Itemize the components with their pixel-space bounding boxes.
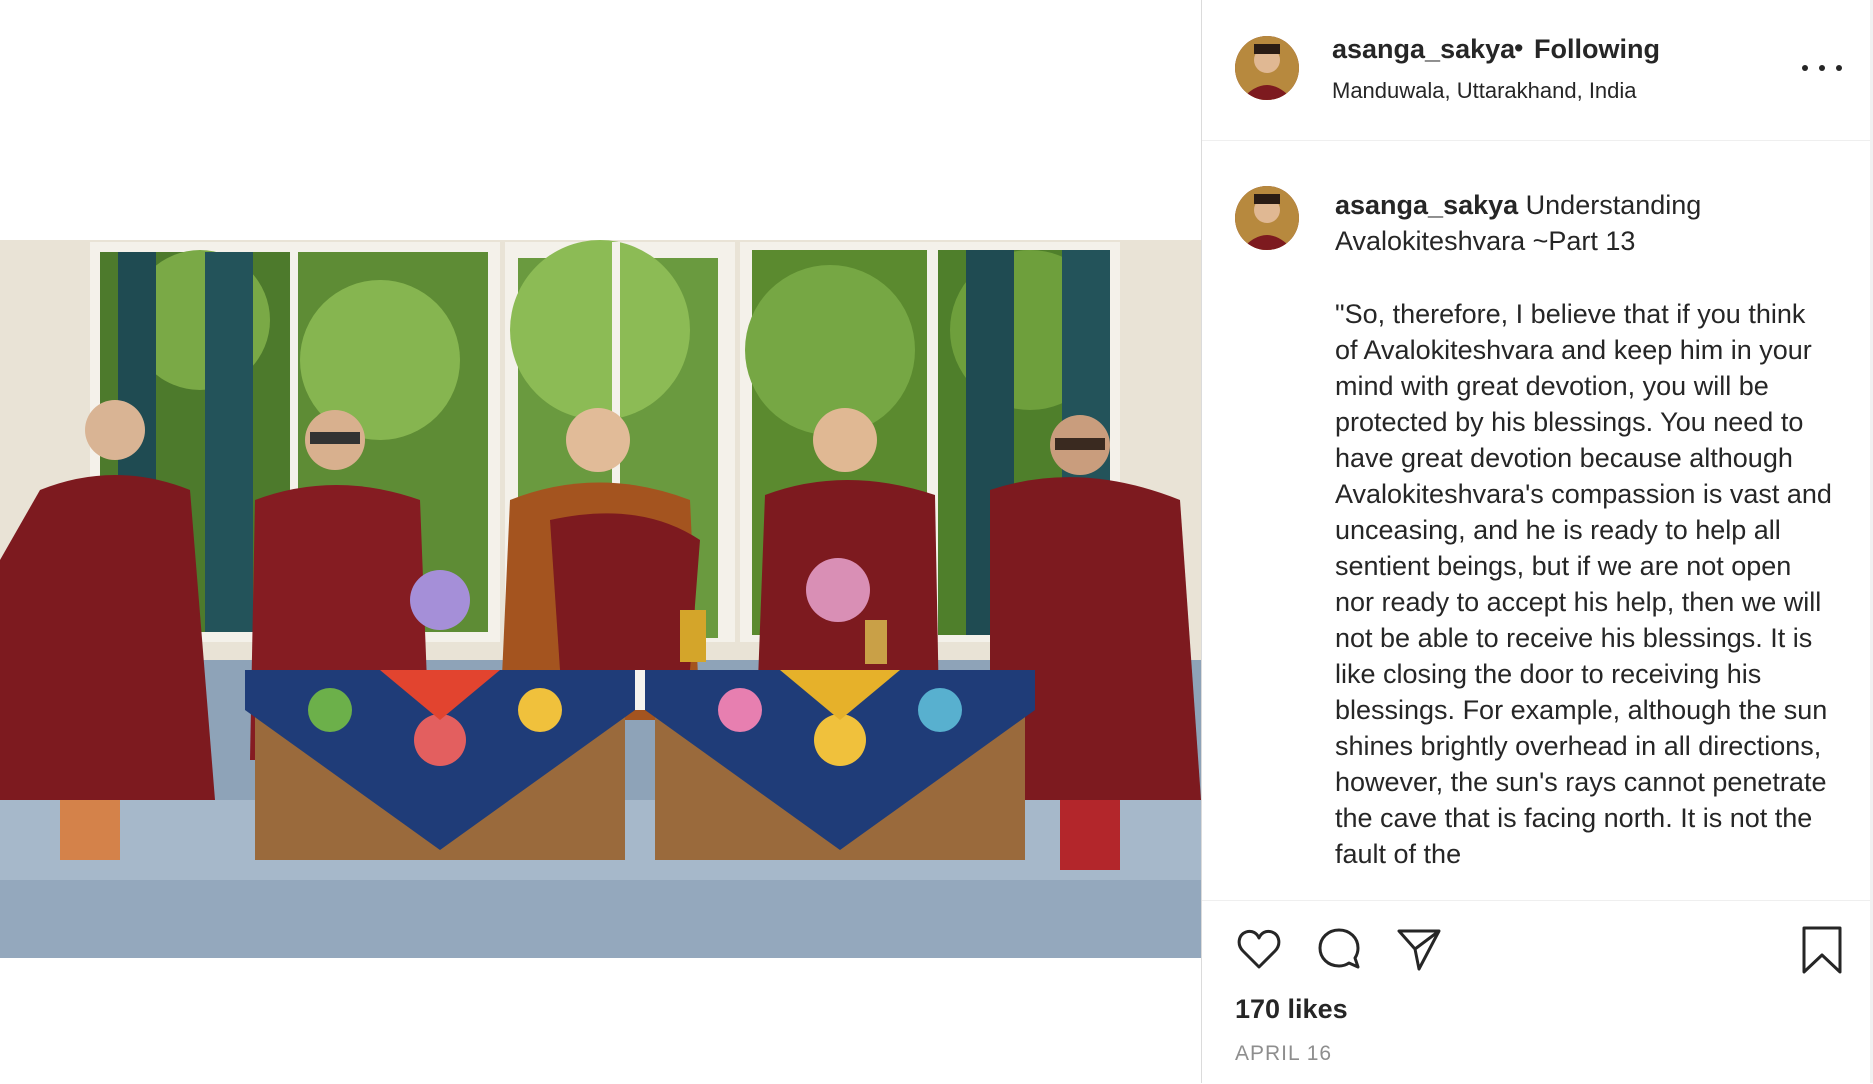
comment-icon[interactable] [1315,925,1363,978]
more-dot [1836,65,1842,71]
more-options-icon[interactable] [1802,56,1842,80]
more-dot [1819,65,1825,71]
likes-count[interactable]: 170 likes [1235,994,1348,1025]
caption-header: asanga_sakya Understanding Avalokiteshva… [1335,187,1835,259]
caption-body: "So, therefore, I believe that if you th… [1335,299,1832,869]
post-side-pane: asanga_sakya • Following Manduwala, Utta… [1201,0,1873,1083]
post-photo[interactable] [0,240,1201,958]
bookmark-icon[interactable] [1800,925,1844,980]
comments-section[interactable]: asanga_sakya Understanding Avalokiteshva… [1202,141,1873,899]
separator-dot: • [1514,33,1524,63]
heart-icon[interactable] [1235,925,1283,978]
media-pane [0,0,1201,1083]
more-dot [1802,65,1808,71]
share-icon[interactable] [1395,925,1443,978]
post-actions: 170 likes APRIL 16 [1202,900,1873,1084]
post-date[interactable]: APRIL 16 [1235,1042,1332,1066]
avatar[interactable] [1235,36,1299,100]
following-button[interactable]: Following [1534,34,1660,65]
post-header: asanga_sakya • Following Manduwala, Utta… [1202,0,1873,141]
username-link[interactable]: asanga_sakya [1332,34,1515,65]
caption-username[interactable]: asanga_sakya [1335,190,1518,220]
location-link[interactable]: Manduwala, Uttarakhand, India [1332,78,1637,104]
caption-avatar[interactable] [1235,186,1299,250]
